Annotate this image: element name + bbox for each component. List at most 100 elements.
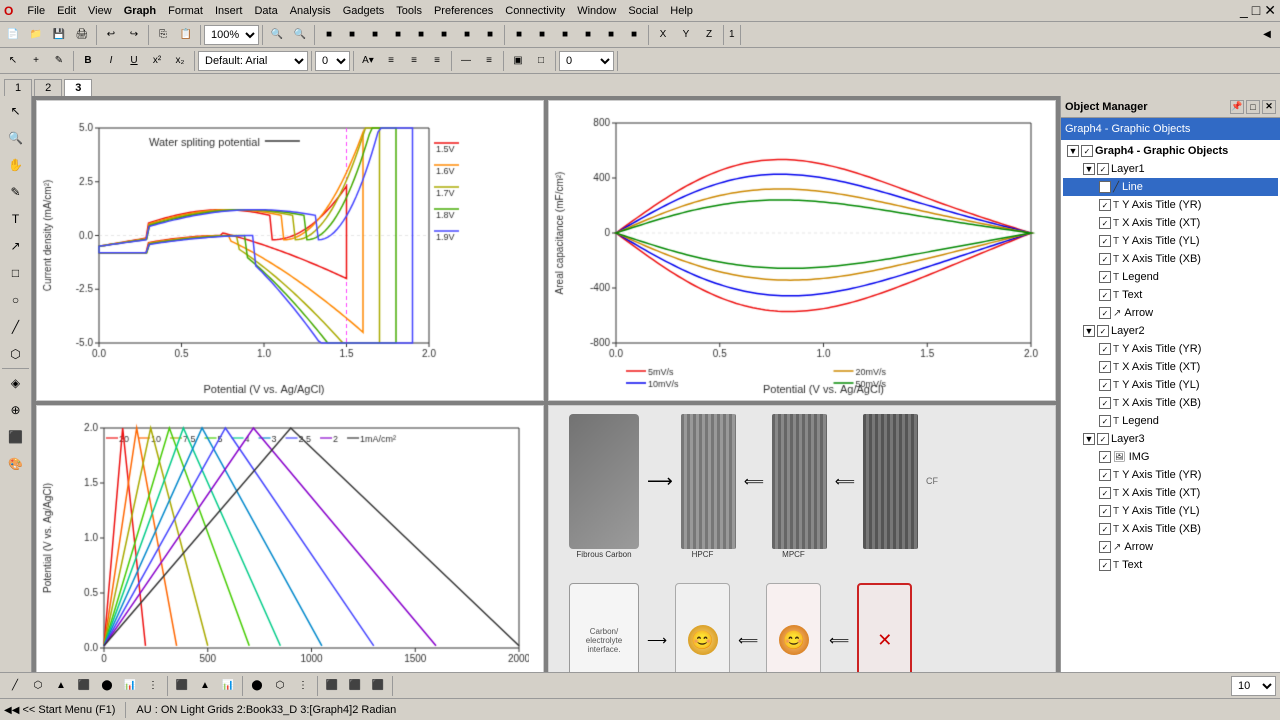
l1-yr-checkbox[interactable]: ✓ bbox=[1099, 199, 1111, 211]
btm-btn-11[interactable]: ⬤ bbox=[246, 675, 268, 697]
menu-connectivity[interactable]: Connectivity bbox=[499, 3, 571, 19]
open-btn[interactable]: 📁 bbox=[25, 24, 47, 46]
layer1-yl[interactable]: ✓ T Y Axis Title (YL) bbox=[1063, 232, 1278, 250]
font-size-select[interactable]: 0 8 10 12 bbox=[315, 51, 350, 71]
data-reader[interactable]: ◈ bbox=[3, 370, 29, 396]
layer3-yl[interactable]: ✓ T Y Axis Title (YL) bbox=[1063, 502, 1278, 520]
btm-btn-8[interactable]: ⬛ bbox=[171, 675, 193, 697]
align-right-btn[interactable]: ≡ bbox=[426, 50, 448, 72]
layer3-arrow[interactable]: ✓ ↗ Arrow bbox=[1063, 538, 1278, 556]
l1-arrow-checkbox[interactable]: ✓ bbox=[1099, 307, 1111, 319]
layer2-xt[interactable]: ✓ T X Axis Title (XT) bbox=[1063, 358, 1278, 376]
layer2-checkbox[interactable]: ✓ bbox=[1097, 325, 1109, 337]
l2-xb-checkbox[interactable]: ✓ bbox=[1099, 397, 1111, 409]
close-panel-btn[interactable]: ✕ bbox=[1262, 100, 1276, 114]
pan-tool[interactable]: ✋ bbox=[3, 152, 29, 178]
menu-graph[interactable]: Graph bbox=[118, 3, 162, 19]
layer3-xt[interactable]: ✓ T X Axis Title (XT) bbox=[1063, 484, 1278, 502]
tb2-btn-1[interactable]: + bbox=[25, 50, 47, 72]
l3-text-checkbox[interactable]: ✓ bbox=[1099, 559, 1111, 571]
underline-btn[interactable]: U bbox=[123, 50, 145, 72]
bold-btn[interactable]: B bbox=[77, 50, 99, 72]
l1-xb-checkbox[interactable]: ✓ bbox=[1099, 253, 1111, 265]
save-btn[interactable]: 💾 bbox=[48, 24, 70, 46]
tb-btn-17[interactable]: Z bbox=[698, 24, 720, 46]
menu-data[interactable]: Data bbox=[248, 3, 283, 19]
select-btn[interactable]: ↖ bbox=[2, 50, 24, 72]
menu-file[interactable]: File bbox=[21, 3, 51, 19]
l1-xt-checkbox[interactable]: ✓ bbox=[1099, 217, 1111, 229]
menu-help[interactable]: Help bbox=[664, 3, 699, 19]
layer1-expand[interactable]: ▼ bbox=[1083, 163, 1095, 175]
line-tool[interactable]: ╱ bbox=[3, 314, 29, 340]
layer3-item[interactable]: ▼ ✓ Layer3 bbox=[1063, 430, 1278, 448]
layer3-expand[interactable]: ▼ bbox=[1083, 433, 1095, 445]
zoom-out-btn[interactable]: 🔍 bbox=[289, 24, 311, 46]
layer3-text[interactable]: ✓ T Text bbox=[1063, 556, 1278, 574]
color-picker[interactable]: 🎨 bbox=[3, 451, 29, 477]
italic-btn[interactable]: I bbox=[100, 50, 122, 72]
font-color-btn[interactable]: A▾ bbox=[357, 50, 379, 72]
btm-btn-1[interactable]: ╱ bbox=[4, 675, 26, 697]
print-btn[interactable]: 🖨 bbox=[71, 24, 93, 46]
btm-btn-15[interactable]: ⬛ bbox=[344, 675, 366, 697]
fill-color-btn[interactable]: ▣ bbox=[507, 50, 529, 72]
l2-yl-checkbox[interactable]: ✓ bbox=[1099, 379, 1111, 391]
text-tool[interactable]: T bbox=[3, 206, 29, 232]
subscript-btn[interactable]: x₂ bbox=[169, 50, 191, 72]
tb-btn-7[interactable]: ■ bbox=[456, 24, 478, 46]
layer1-item[interactable]: ▼ ✓ Layer1 bbox=[1063, 160, 1278, 178]
tb-btn-5[interactable]: ■ bbox=[410, 24, 432, 46]
rect-tool[interactable]: □ bbox=[3, 260, 29, 286]
menu-window[interactable]: Window bbox=[571, 3, 622, 19]
minimize-panel-btn[interactable]: ◀ bbox=[1256, 24, 1278, 46]
layer2-yr[interactable]: ✓ T Y Axis Title (YR) bbox=[1063, 340, 1278, 358]
btm-btn-10[interactable]: 📊 bbox=[217, 675, 239, 697]
l2-xt-checkbox[interactable]: ✓ bbox=[1099, 361, 1111, 373]
graph-2[interactable] bbox=[548, 100, 1056, 401]
tab-1[interactable]: 1 bbox=[4, 79, 32, 96]
align-left-btn[interactable]: ≡ bbox=[380, 50, 402, 72]
screen-reader[interactable]: ⊕ bbox=[3, 397, 29, 423]
tree-root[interactable]: ▼ ✓ Graph4 - Graphic Objects bbox=[1063, 142, 1278, 160]
root-expand[interactable]: ▼ bbox=[1067, 145, 1079, 157]
font-select[interactable]: Default: Arial bbox=[198, 51, 308, 71]
layer2-xb[interactable]: ✓ T X Axis Title (XB) bbox=[1063, 394, 1278, 412]
border-color-btn[interactable]: □ bbox=[530, 50, 552, 72]
layer1-line[interactable]: ✓ ╱ Line bbox=[1063, 178, 1278, 196]
layer3-checkbox[interactable]: ✓ bbox=[1097, 433, 1109, 445]
pin-btn[interactable]: 📌 bbox=[1230, 100, 1244, 114]
layer1-yr[interactable]: ✓ T Y Axis Title (YR) bbox=[1063, 196, 1278, 214]
btm-btn-16[interactable]: ⬛ bbox=[367, 675, 389, 697]
layer2-legend[interactable]: ✓ T Legend bbox=[1063, 412, 1278, 430]
line-width-btn[interactable]: ≡ bbox=[478, 50, 500, 72]
tab-3[interactable]: 3 bbox=[64, 79, 92, 96]
tb-btn-10[interactable]: ■ bbox=[531, 24, 553, 46]
tb2-btn-2[interactable]: ✎ bbox=[48, 50, 70, 72]
layer1-xb[interactable]: ✓ T X Axis Title (XB) bbox=[1063, 250, 1278, 268]
l3-xb-checkbox[interactable]: ✓ bbox=[1099, 523, 1111, 535]
l1-yl-checkbox[interactable]: ✓ bbox=[1099, 235, 1111, 247]
root-checkbox[interactable]: ✓ bbox=[1081, 145, 1093, 157]
tb-btn-2[interactable]: ■ bbox=[341, 24, 363, 46]
layer2-item[interactable]: ▼ ✓ Layer2 bbox=[1063, 322, 1278, 340]
layer2-expand[interactable]: ▼ bbox=[1083, 325, 1095, 337]
btm-btn-9[interactable]: ▲ bbox=[194, 675, 216, 697]
ellipse-tool[interactable]: ○ bbox=[3, 287, 29, 313]
btm-btn-4[interactable]: ⬛ bbox=[73, 675, 95, 697]
layer3-xb[interactable]: ✓ T X Axis Title (XB) bbox=[1063, 520, 1278, 538]
btm-btn-2[interactable]: ⬡ bbox=[27, 675, 49, 697]
layer1-xt[interactable]: ✓ T X Axis Title (XT) bbox=[1063, 214, 1278, 232]
graph-3[interactable] bbox=[36, 405, 544, 672]
menu-analysis[interactable]: Analysis bbox=[284, 3, 337, 19]
poly-tool[interactable]: ⬡ bbox=[3, 341, 29, 367]
l3-img-checkbox[interactable]: ✓ bbox=[1099, 451, 1111, 463]
l1-legend-checkbox[interactable]: ✓ bbox=[1099, 271, 1111, 283]
btm-btn-5[interactable]: ⬤ bbox=[96, 675, 118, 697]
tb-btn-14[interactable]: ■ bbox=[623, 24, 645, 46]
tb-btn-15[interactable]: X bbox=[652, 24, 674, 46]
l1-text-checkbox[interactable]: ✓ bbox=[1099, 289, 1111, 301]
btm-btn-3[interactable]: ▲ bbox=[50, 675, 72, 697]
menu-edit[interactable]: Edit bbox=[51, 3, 82, 19]
btm-btn-7[interactable]: ⋮ bbox=[142, 675, 164, 697]
